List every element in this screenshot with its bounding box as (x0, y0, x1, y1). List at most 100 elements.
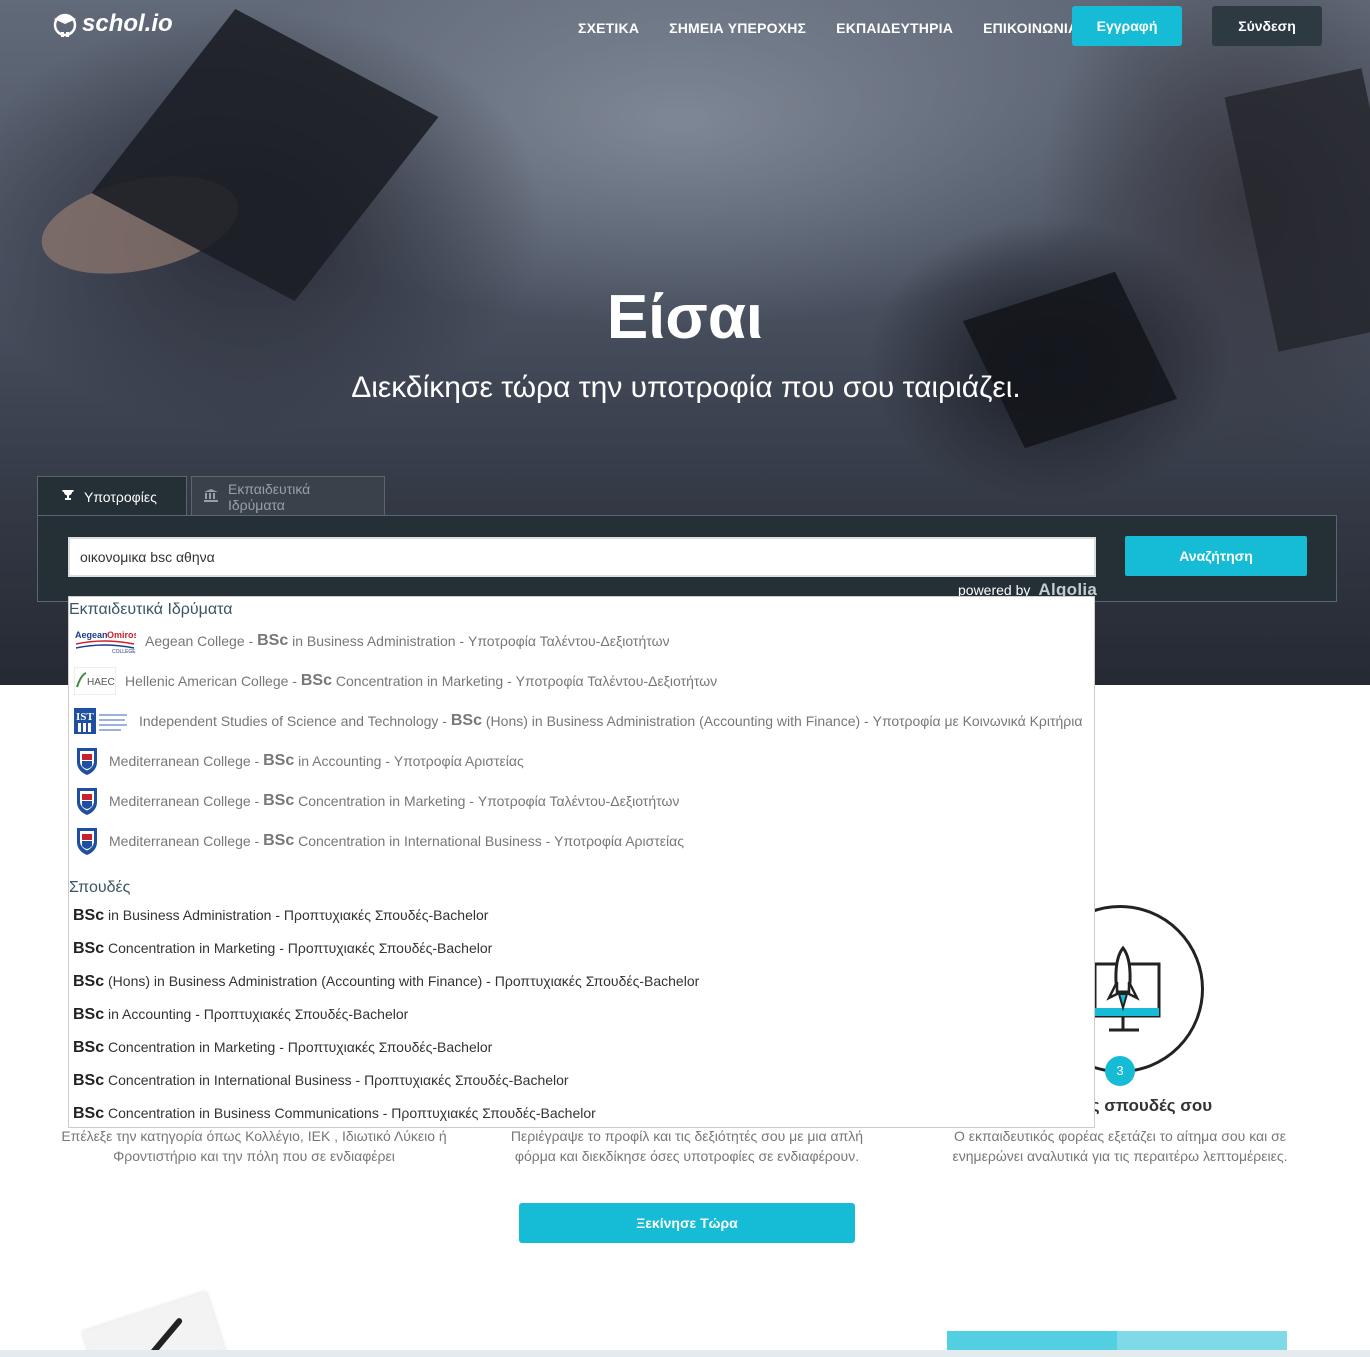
login-button[interactable]: Σύνδεση (1212, 6, 1322, 46)
graduation-cap-icon (52, 10, 78, 38)
suggestion-school: Aegean College (145, 633, 245, 649)
suggestion-study-type: Προπτυχιακές Σπουδές-Bachelor (364, 1072, 569, 1088)
svg-text:HAEC: HAEC (87, 677, 115, 688)
suggestion-study-type: Προπτυχιακές Σπουδές-Bachelor (287, 940, 493, 956)
mediterranean-college-logo-icon (73, 785, 101, 817)
suggestion-school: Mediterranean College (109, 753, 251, 769)
top-navbar: schol.io ΣΧΕΤΙΚΑ ΣΗΜΕΙΑ ΥΠΕΡΟΧΗΣ ΕΚΠΑΙΔΕ… (0, 0, 1370, 60)
hero-title: Είσαι (606, 283, 764, 352)
svg-text:Aegean: Aegean (75, 630, 108, 640)
suggestion-degree: BSc (73, 1039, 105, 1056)
register-button[interactable]: Εγγραφή (1072, 6, 1182, 46)
nav-links: ΣΧΕΤΙΚΑ ΣΗΜΕΙΑ ΥΠΕΡΟΧΗΣ ΕΚΠΑΙΔΕΥΤΗΡΙΑ ΕΠ… (578, 20, 1108, 36)
svg-text:Omiros: Omiros (107, 630, 136, 640)
nav-link-advantages[interactable]: ΣΗΜΕΙΑ ΥΠΕΡΟΧΗΣ (669, 20, 806, 36)
step2-description: Περιέγραψε το προφίλ και τις δεξιότητές … (510, 1128, 864, 1164)
svg-text:IST: IST (76, 711, 94, 723)
tab-label: Υποτροφίες (84, 488, 157, 505)
step3-description: Ο εκπαιδευτικός φορέας εξετάζει το αίτημ… (952, 1128, 1288, 1164)
suggestion-program: Concentration in International Business (298, 833, 542, 849)
hero-hand-shape (32, 160, 248, 290)
suggestion-study-type: Προπτυχιακές Σπουδές-Bachelor (391, 1105, 596, 1121)
suggestion-program: Concentration in Marketing (108, 1039, 276, 1055)
dropdown-section-header: Εκπαιδευτικά Ιδρύματα (69, 601, 233, 618)
suggestion-degree: BSc (263, 792, 295, 809)
suggestion-program: Concentration in Marketing (108, 940, 276, 956)
suggestion-institution[interactable]: HAEC Hellenic American College - BSc Con… (69, 661, 1094, 701)
suggestion-program: in Accounting (108, 1006, 192, 1022)
trophy-icon (62, 489, 74, 504)
suggestion-program: Concentration in Business Communications (108, 1105, 379, 1121)
suggestion-degree: BSc (300, 672, 332, 689)
suggestion-institution[interactable]: Mediterranean College - BSc Concentratio… (69, 781, 1094, 821)
suggestion-program: (Hons) in Business Administration (Accou… (485, 713, 861, 729)
step1-description: Επέλεξε την κατηγορία όπως Κολλέγιο, ΙΕΚ… (61, 1128, 447, 1164)
suggestion-study-type: Προπτυχιακές Σπουδές-Bachelor (283, 907, 489, 923)
suggestion-degree: BSc (73, 1105, 105, 1122)
search-input[interactable] (68, 537, 1096, 577)
suggestion-study[interactable]: BSc Concentration in International Busin… (69, 1064, 1094, 1097)
tab-institutions[interactable]: Εκπαιδευτικά Ιδρύματα (191, 476, 385, 516)
suggestion-study[interactable]: BSc (Hons) in Business Administration (A… (69, 965, 1094, 998)
dropdown-section-header: Σπουδές (69, 879, 131, 896)
suggestion-school: Mediterranean College (109, 833, 251, 849)
suggestion-institution[interactable]: Mediterranean College - BSc Concentratio… (69, 821, 1094, 861)
suggestion-institution[interactable]: Mediterranean College - BSc in Accountin… (69, 741, 1094, 781)
nav-link-about[interactable]: ΣΧΕΤΙΚΑ (578, 20, 639, 36)
suggestion-study-type: Προπτυχιακές Σπουδές-Bachelor (287, 1039, 493, 1055)
suggestion-institution[interactable]: IST Independent Studies of Science and T… (69, 701, 1094, 741)
suggestion-school: Hellenic American College (125, 673, 289, 689)
suggestion-study[interactable]: BSc Concentration in Marketing - Προπτυχ… (69, 1031, 1094, 1064)
haec-logo-icon: HAEC (73, 665, 117, 697)
search-tabs: Υποτροφίες Εκπαιδευτικά Ιδρύματα (37, 476, 385, 516)
suggestion-program: Concentration in Marketing (335, 673, 504, 689)
site-logo[interactable]: schol.io (52, 10, 173, 38)
mediterranean-college-logo-icon (73, 825, 101, 857)
suggestion-degree: BSc (73, 1006, 105, 1023)
suggestion-study-type: Προπτυχιακές Σπουδές-Bachelor (494, 973, 700, 989)
suggestion-degree: BSc (257, 632, 289, 649)
suggestion-degree: BSc (73, 940, 105, 957)
autocomplete-dropdown: Εκπαιδευτικά Ιδρύματα Aegean Omiros COLL… (68, 596, 1095, 1128)
hero-subtitle: Διεκδίκησε τώρα την υποτροφία που σου τα… (351, 371, 1021, 404)
suggestion-degree: BSc (450, 712, 482, 729)
suggestion-study[interactable]: BSc in Business Administration - Προπτυχ… (69, 899, 1094, 932)
suggestion-program: (Hons) in Business Administration (Accou… (108, 973, 483, 989)
mediterranean-college-logo-icon (73, 745, 101, 777)
suggestion-study-type: Προπτυχιακές Σπουδές-Bachelor (203, 1006, 409, 1022)
suggestion-degree: BSc (73, 1072, 105, 1089)
suggestion-study[interactable]: BSc Concentration in Marketing - Προπτυχ… (69, 932, 1094, 965)
suggestion-degree: BSc (263, 832, 295, 849)
search-button[interactable]: Αναζήτηση (1125, 536, 1307, 576)
step3-title: ις σπουδές σου (1086, 1096, 1213, 1115)
suggestion-program: Concentration in International Business (108, 1072, 352, 1088)
nav-link-contact[interactable]: ΕΠΙΚΟΙΝΩΝΙΑ (983, 20, 1078, 36)
suggestion-scholarship: Υποτροφία με Κοινωνικά Κριτήρια (872, 713, 1083, 729)
suggestion-school: Independent Studies of Science and Techn… (139, 713, 439, 729)
suggestion-institution[interactable]: Aegean Omiros COLLEGE Aegean College - B… (69, 621, 1094, 661)
suggestion-scholarship: Υποτροφία Ταλέντου-Δεξιοτήτων (477, 793, 680, 809)
search-panel: Αναζήτηση powered by Algolia (37, 515, 1337, 602)
suggestion-scholarship: Υποτροφία Ταλέντου-Δεξιοτήτων (467, 633, 670, 649)
suggestion-program: Concentration in Marketing (298, 793, 466, 809)
suggestion-degree: BSc (73, 907, 105, 924)
svg-text:COLLEGE: COLLEGE (112, 649, 136, 654)
suggestion-study[interactable]: BSc in Accounting - Προπτυχιακές Σπουδές… (69, 998, 1094, 1031)
suggestion-scholarship: Υποτροφία Αριστείας (554, 833, 684, 849)
tab-scholarships[interactable]: Υποτροφίες (37, 476, 187, 516)
suggestion-program: in Business Administration (292, 633, 456, 649)
suggestion-program: in Accounting (298, 753, 382, 769)
start-now-button[interactable]: Ξεκίνησε Τώρα (519, 1203, 855, 1243)
nav-link-schools[interactable]: ΕΚΠΑΙΔΕΥΤΗΡΙΑ (836, 20, 953, 36)
suggestion-scholarship: Υποτροφία Αριστείας (393, 753, 524, 769)
institution-icon (204, 488, 218, 505)
tab-label: Εκπαιδευτικά Ιδρύματα (228, 480, 311, 513)
suggestion-study[interactable]: BSc Concentration in Business Communicat… (69, 1097, 1094, 1127)
section-divider (0, 1350, 1370, 1357)
suggestion-degree: BSc (263, 752, 295, 769)
ist-logo-icon: IST (73, 705, 131, 737)
suggestion-degree: BSc (73, 973, 105, 990)
suggestion-program: in Business Administration (108, 907, 272, 923)
step3-number-badge: 3 (1105, 1056, 1135, 1086)
logo-text: schol.io (82, 10, 173, 37)
